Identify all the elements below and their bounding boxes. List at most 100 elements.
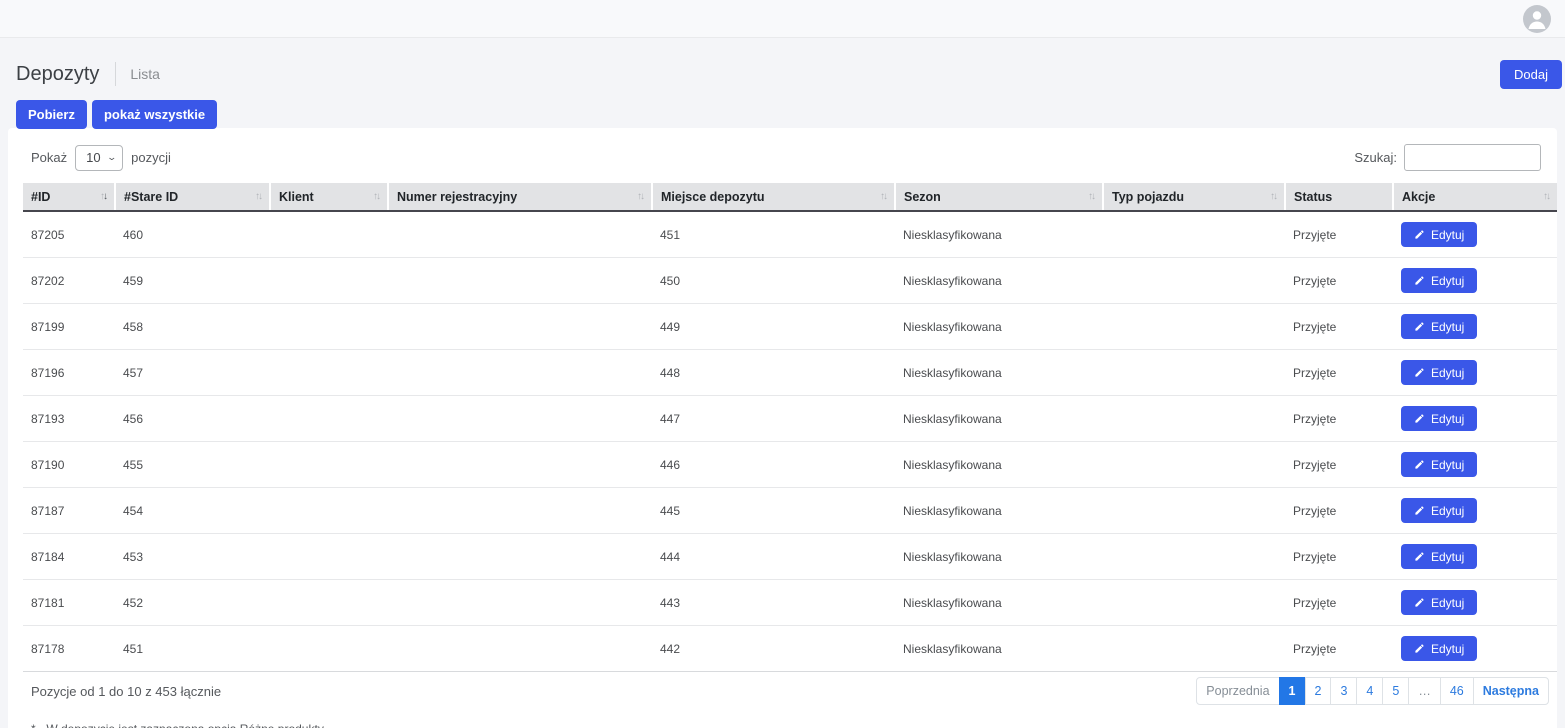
search-input[interactable]	[1404, 144, 1541, 171]
column-header-sezon[interactable]: Sezon↑↓	[895, 183, 1103, 211]
edit-button-label: Edytuj	[1431, 366, 1464, 380]
topbar	[0, 0, 1565, 38]
cell-status: Przyjęte	[1285, 442, 1393, 488]
column-header-status: Status	[1285, 183, 1393, 211]
cell-akcje: Edytuj	[1393, 534, 1557, 580]
user-icon	[1523, 5, 1551, 33]
edit-button[interactable]: Edytuj	[1401, 222, 1477, 247]
cell-status: Przyjęte	[1285, 258, 1393, 304]
column-label: Numer rejestracyjny	[397, 190, 517, 204]
cell-typ-pojazdu	[1103, 580, 1285, 626]
column-header-klient[interactable]: Klient↑↓	[270, 183, 388, 211]
show-all-button[interactable]: pokaż wszystkie	[92, 100, 217, 129]
edit-button[interactable]: Edytuj	[1401, 268, 1477, 293]
download-button[interactable]: Pobierz	[16, 100, 87, 129]
pagination-page-5[interactable]: 5	[1382, 677, 1409, 705]
cell-klient	[270, 488, 388, 534]
cell-id: 87184	[23, 534, 115, 580]
pencil-icon	[1414, 505, 1425, 516]
cell-numer-rejestracyjny	[388, 488, 652, 534]
edit-button-label: Edytuj	[1431, 458, 1464, 472]
cell-id: 87181	[23, 580, 115, 626]
cell-akcje: Edytuj	[1393, 350, 1557, 396]
cell-sezon: Niesklasyfikowana	[895, 534, 1103, 580]
pagination-page-2[interactable]: 2	[1305, 677, 1332, 705]
edit-button[interactable]: Edytuj	[1401, 498, 1477, 523]
cell-akcje: Edytuj	[1393, 258, 1557, 304]
cell-stare-id: 459	[115, 258, 270, 304]
cell-numer-rejestracyjny	[388, 304, 652, 350]
column-header-stare-id[interactable]: #Stare ID↑↓	[115, 183, 270, 211]
cell-stare-id: 457	[115, 350, 270, 396]
cell-stare-id: 454	[115, 488, 270, 534]
pagination-next[interactable]: Następna	[1473, 677, 1549, 705]
cell-id: 87178	[23, 626, 115, 672]
pagination-page-46[interactable]: 46	[1440, 677, 1474, 705]
cell-sezon: Niesklasyfikowana	[895, 350, 1103, 396]
edit-button[interactable]: Edytuj	[1401, 406, 1477, 431]
cell-numer-rejestracyjny	[388, 442, 652, 488]
page-header: Depozyty Lista Dodaj Pobierz pokaż wszys…	[0, 38, 1565, 128]
cell-miejsce-depozytu: 449	[652, 304, 895, 350]
cell-status: Przyjęte	[1285, 488, 1393, 534]
cell-stare-id: 453	[115, 534, 270, 580]
cell-numer-rejestracyjny	[388, 626, 652, 672]
column-header-akcje[interactable]: Akcje↑↓	[1393, 183, 1557, 211]
pagination-previous[interactable]: Poprzednia	[1196, 677, 1279, 705]
pencil-icon	[1414, 413, 1425, 424]
sort-icon: ↑↓	[637, 191, 643, 202]
column-label: Status	[1294, 190, 1332, 204]
cell-miejsce-depozytu: 444	[652, 534, 895, 580]
cell-klient	[270, 580, 388, 626]
pagination-page-1[interactable]: 1	[1279, 677, 1306, 705]
pagination: Poprzednia12345…46Następna	[1196, 677, 1549, 705]
deposits-table: #ID↑↓#Stare ID↑↓Klient↑↓Numer rejestracy…	[23, 183, 1557, 672]
table-row: 87184453444NiesklasyfikowanaPrzyjęteEdyt…	[23, 534, 1557, 580]
footnote: * - W depozycie jest zaznaczona opcja Ró…	[23, 722, 1549, 728]
edit-button[interactable]: Edytuj	[1401, 314, 1477, 339]
pencil-icon	[1414, 367, 1425, 378]
pencil-icon	[1414, 321, 1425, 332]
cell-numer-rejestracyjny	[388, 258, 652, 304]
edit-button[interactable]: Edytuj	[1401, 590, 1477, 615]
column-header-numer-rejestracyjny[interactable]: Numer rejestracyjny ↑↓	[388, 183, 652, 211]
pencil-icon	[1414, 551, 1425, 562]
table-header-row: #ID↑↓#Stare ID↑↓Klient↑↓Numer rejestracy…	[23, 183, 1557, 211]
cell-stare-id: 452	[115, 580, 270, 626]
column-header-id[interactable]: #ID ↑↓	[23, 183, 115, 211]
cell-akcje: Edytuj	[1393, 304, 1557, 350]
page-title: Depozyty	[16, 63, 99, 86]
entries-label: pozycji	[131, 150, 171, 165]
cell-sezon: Niesklasyfikowana	[895, 396, 1103, 442]
cell-typ-pojazdu	[1103, 626, 1285, 672]
add-button[interactable]: Dodaj	[1500, 60, 1562, 89]
edit-button-label: Edytuj	[1431, 320, 1464, 334]
page-size-select[interactable]: 10 ⌄	[75, 145, 123, 171]
edit-button-label: Edytuj	[1431, 596, 1464, 610]
cell-sezon: Niesklasyfikowana	[895, 258, 1103, 304]
cell-miejsce-depozytu: 445	[652, 488, 895, 534]
cell-id: 87202	[23, 258, 115, 304]
table-row: 87202459450NiesklasyfikowanaPrzyjęteEdyt…	[23, 258, 1557, 304]
edit-button-label: Edytuj	[1431, 504, 1464, 518]
cell-akcje: Edytuj	[1393, 396, 1557, 442]
column-header-miejsce-depozytu[interactable]: Miejsce depozytu↑↓	[652, 183, 895, 211]
cell-miejsce-depozytu: 442	[652, 626, 895, 672]
cell-sezon: Niesklasyfikowana	[895, 304, 1103, 350]
cell-sezon: Niesklasyfikowana	[895, 211, 1103, 258]
cell-typ-pojazdu	[1103, 396, 1285, 442]
edit-button[interactable]: Edytuj	[1401, 544, 1477, 569]
table-row: 87181452443NiesklasyfikowanaPrzyjęteEdyt…	[23, 580, 1557, 626]
edit-button[interactable]: Edytuj	[1401, 636, 1477, 661]
cell-stare-id: 458	[115, 304, 270, 350]
edit-button[interactable]: Edytuj	[1401, 360, 1477, 385]
pagination-page-3[interactable]: 3	[1330, 677, 1357, 705]
cell-id: 87190	[23, 442, 115, 488]
cell-klient	[270, 350, 388, 396]
user-avatar[interactable]	[1523, 5, 1551, 33]
column-label: #ID	[31, 190, 50, 204]
sort-icon: ↑↓	[100, 191, 106, 202]
pagination-page-4[interactable]: 4	[1356, 677, 1383, 705]
edit-button[interactable]: Edytuj	[1401, 452, 1477, 477]
column-header-typ-pojazdu[interactable]: Typ pojazdu↑↓	[1103, 183, 1285, 211]
